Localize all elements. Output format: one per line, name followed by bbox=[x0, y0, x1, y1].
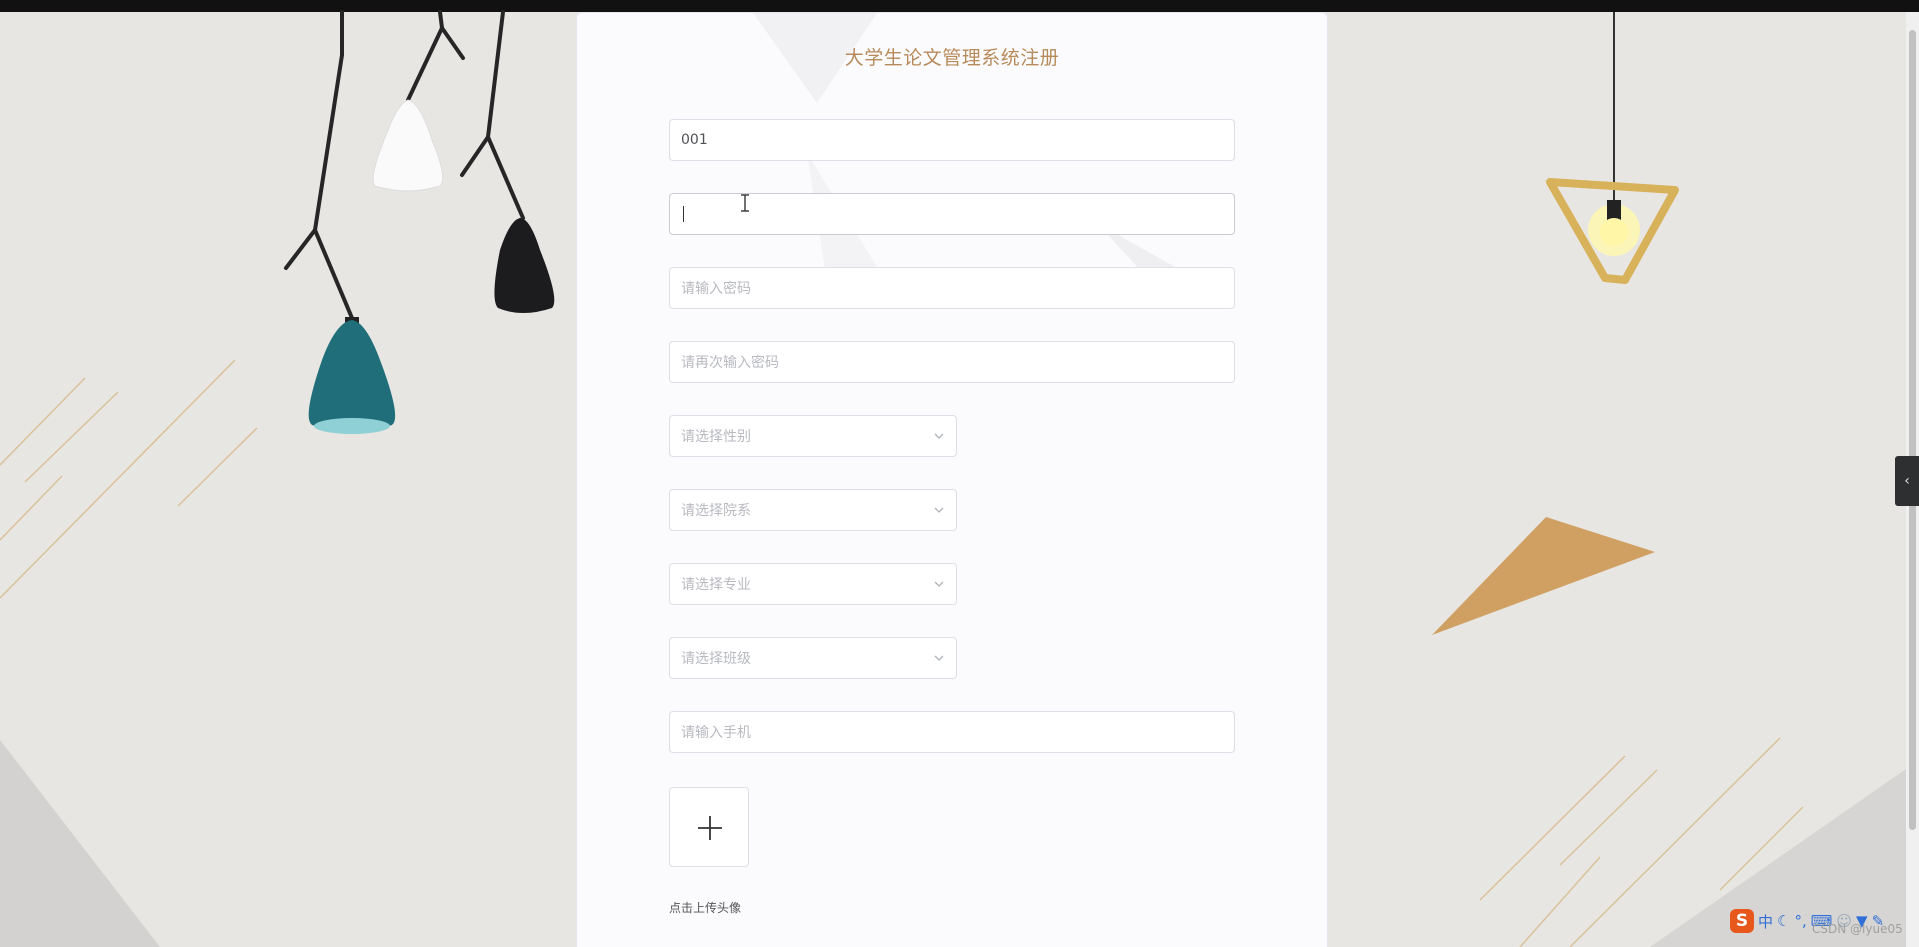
side-panel-toggle[interactable]: ‹ bbox=[1895, 456, 1919, 506]
password-confirm-input[interactable]: 请再次输入密码 bbox=[669, 341, 1235, 383]
bg-gold-triangle bbox=[1432, 517, 1655, 635]
ime-logo-icon[interactable]: S bbox=[1730, 909, 1754, 933]
password-confirm-placeholder: 请再次输入密码 bbox=[681, 355, 779, 371]
major-placeholder: 请选择专业 bbox=[681, 577, 751, 593]
black-lamp bbox=[494, 218, 555, 313]
name-input[interactable] bbox=[669, 193, 1235, 235]
chevron-down-icon bbox=[934, 655, 944, 661]
phone-input[interactable]: 请输入手机 bbox=[669, 711, 1235, 753]
department-select[interactable]: 请选择院系 bbox=[669, 489, 957, 531]
csdn-watermark: CSDN @lyue05 bbox=[1812, 922, 1903, 936]
account-input-value: 001 bbox=[681, 132, 708, 148]
chevron-down-icon bbox=[934, 581, 944, 587]
punctuation-icon[interactable]: °, bbox=[1794, 912, 1806, 930]
white-lamp bbox=[372, 99, 444, 192]
major-select[interactable]: 请选择专业 bbox=[669, 563, 957, 605]
chevron-down-icon bbox=[934, 507, 944, 513]
page-title: 大学生论文管理系统注册 bbox=[844, 47, 1060, 69]
avatar-upload-button[interactable] bbox=[669, 787, 749, 867]
department-placeholder: 请选择院系 bbox=[681, 503, 751, 519]
moon-icon[interactable]: ☾ bbox=[1777, 912, 1790, 930]
chevron-down-icon bbox=[934, 433, 944, 439]
ime-mode-toggle[interactable]: 中 bbox=[1758, 911, 1773, 932]
gender-select[interactable]: 请选择性别 bbox=[669, 415, 957, 457]
teal-lamp bbox=[308, 320, 396, 432]
ibeam-cursor-icon bbox=[741, 194, 749, 212]
gender-placeholder: 请选择性别 bbox=[681, 429, 751, 445]
page: 大学生论文管理系统注册 001 请输入密码 请再次输入密码 请选择性别 请选择院… bbox=[0, 0, 1919, 947]
class-select[interactable]: 请选择班级 bbox=[669, 637, 957, 679]
bg-lines-left bbox=[0, 359, 258, 599]
bulb bbox=[1600, 218, 1628, 246]
phone-placeholder: 请输入手机 bbox=[681, 725, 751, 741]
bg-triangle-left bbox=[0, 740, 160, 947]
class-placeholder: 请选择班级 bbox=[681, 651, 751, 667]
register-panel: 大学生论文管理系统注册 001 请输入密码 请再次输入密码 请选择性别 请选择院… bbox=[576, 12, 1328, 947]
chevron-left-icon: ‹ bbox=[1904, 473, 1910, 489]
teal-lamp-glow bbox=[314, 418, 390, 434]
password-placeholder: 请输入密码 bbox=[681, 281, 751, 297]
avatar-upload-label: 点击上传头像 bbox=[669, 901, 742, 915]
text-caret bbox=[683, 206, 684, 222]
password-input[interactable]: 请输入密码 bbox=[669, 267, 1235, 309]
plus-icon bbox=[698, 816, 722, 840]
account-input[interactable]: 001 bbox=[669, 119, 1235, 161]
scrollbar-thumb[interactable] bbox=[1909, 30, 1916, 830]
